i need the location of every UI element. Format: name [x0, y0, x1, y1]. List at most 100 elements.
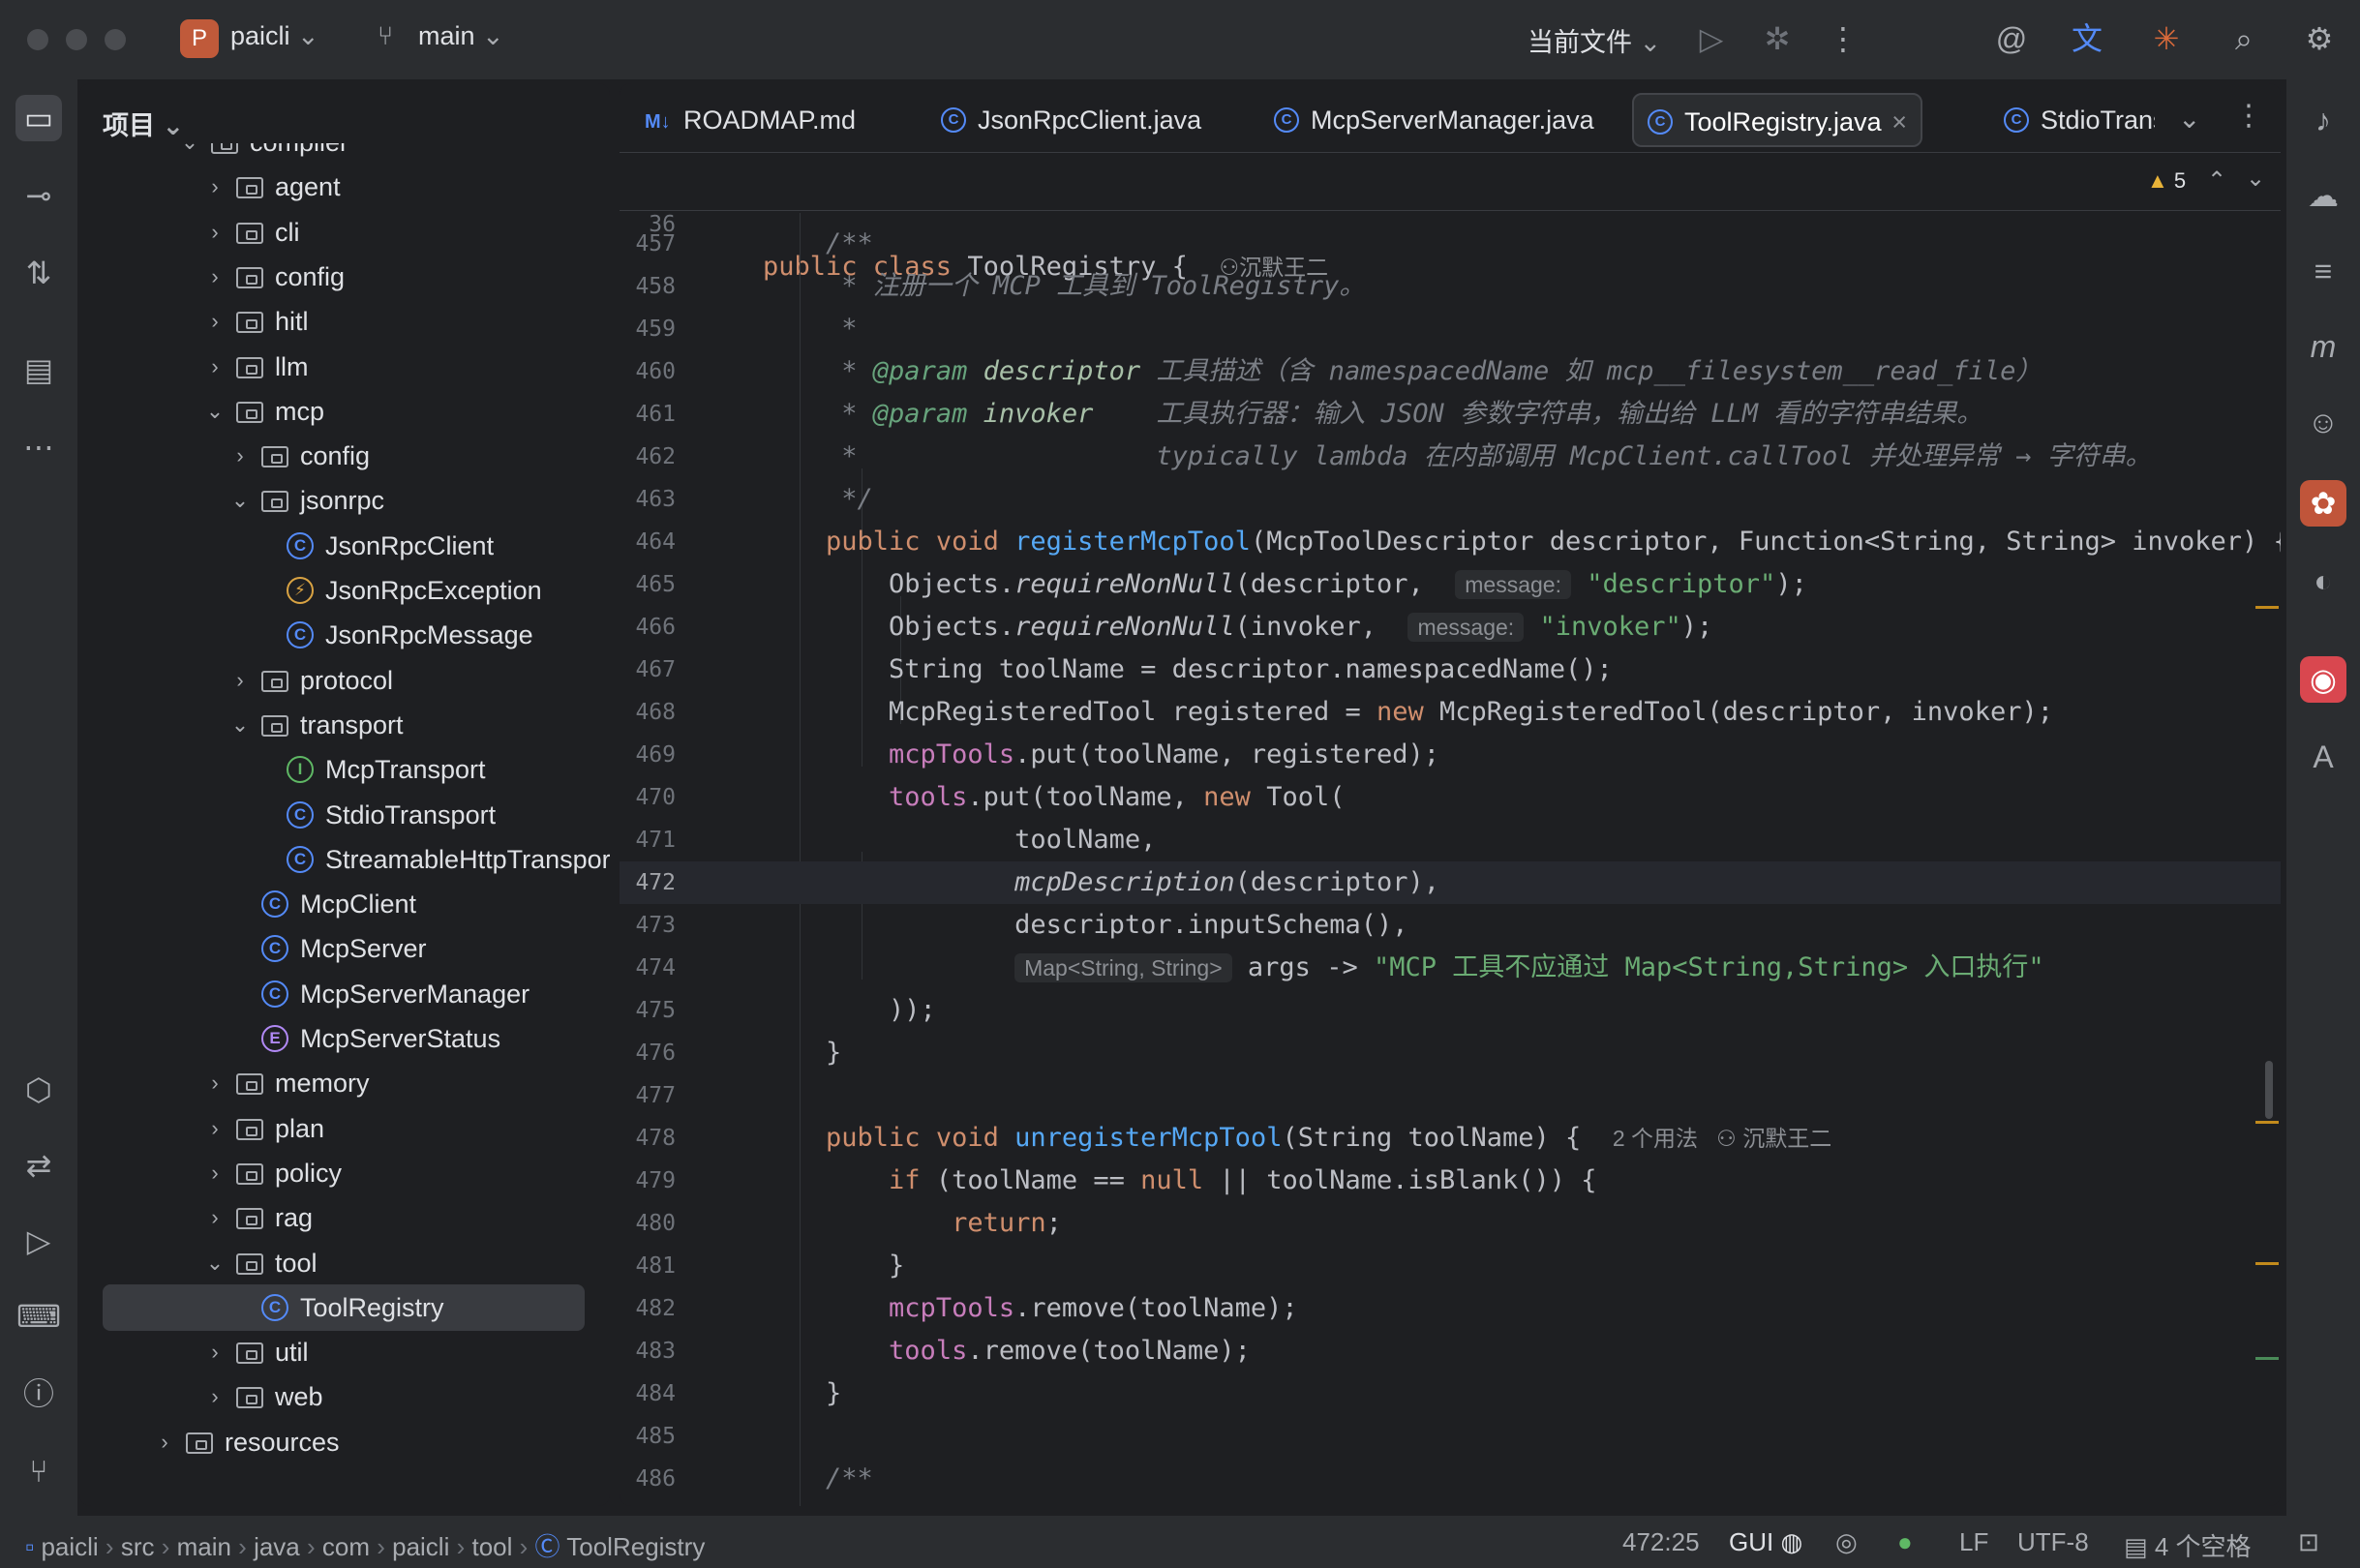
breadcrumb-item[interactable]: paicli	[41, 1532, 98, 1561]
breadcrumb-item[interactable]: src	[121, 1532, 155, 1561]
tree-item-stdiotransport[interactable]: C StdioTransport	[79, 793, 610, 837]
git-icon[interactable]: ⑂	[15, 1448, 62, 1494]
line-number[interactable]: 480	[620, 1202, 676, 1245]
commit-icon[interactable]: ⊸	[15, 172, 62, 219]
breadcrumb-item[interactable]: com	[322, 1532, 370, 1561]
warnings-indicator[interactable]: ▲ 5	[2147, 168, 2186, 194]
code-line[interactable]: 460 * @param descriptor 工具描述（含 namespace…	[620, 350, 2281, 393]
tree-item-mcpclient[interactable]: C McpClient	[79, 882, 610, 926]
structure-icon[interactable]: ▤	[15, 347, 62, 393]
notifications-bell-icon[interactable]: ♪	[2300, 97, 2346, 143]
code-line[interactable]: 482 mcpTools.remove(toolName);	[620, 1287, 2281, 1330]
code-line[interactable]: 483 tools.remove(toolName);	[620, 1330, 2281, 1372]
code-line[interactable]: 459 *	[620, 308, 2281, 350]
chevron-right-icon[interactable]: ›	[205, 1106, 225, 1151]
line-number[interactable]: 485	[620, 1415, 676, 1458]
code-line[interactable]: 468 McpRegisteredTool registered = new M…	[620, 691, 2281, 734]
run-panel-icon[interactable]: ▷	[15, 1218, 62, 1264]
line-number[interactable]: 472	[620, 861, 676, 904]
chevron-right-icon[interactable]: ›	[205, 255, 225, 299]
project-selector[interactable]: paicli ⌄	[230, 21, 319, 51]
file-encoding[interactable]: UTF-8	[2017, 1527, 2089, 1557]
tree-item-cli[interactable]: › cli	[79, 210, 610, 255]
pull-requests-icon[interactable]: ⇅	[15, 250, 62, 296]
claude-icon[interactable]: ✳	[2145, 17, 2188, 60]
line-number[interactable]: 479	[620, 1160, 676, 1202]
tree-item-jsonrpc[interactable]: ⌄ jsonrpc	[79, 478, 610, 523]
chevron-down-icon[interactable]: ⌄	[180, 143, 199, 165]
line-number[interactable]: 481	[620, 1245, 676, 1287]
line-number[interactable]: 457	[620, 223, 676, 265]
code-line[interactable]: 465 Objects.requireNonNull(descriptor, m…	[620, 563, 2281, 606]
tab-roadmap-md[interactable]: M↓ ROADMAP.md	[633, 93, 894, 147]
tree-item-agent[interactable]: › agent	[79, 165, 610, 209]
translate-icon[interactable]: 文	[2066, 17, 2108, 60]
chevron-right-icon[interactable]: ›	[205, 345, 225, 389]
chevron-right-icon[interactable]: ›	[230, 658, 250, 703]
code-line[interactable]: 478 public void unregisterMcpTool(String…	[620, 1117, 2281, 1160]
line-number[interactable]: 471	[620, 819, 676, 861]
line-number[interactable]: 469	[620, 734, 676, 776]
line-number[interactable]: 477	[620, 1074, 676, 1117]
services-icon[interactable]: ⬡	[15, 1067, 62, 1113]
font-icon[interactable]: A	[2300, 734, 2346, 780]
breadcrumb-item[interactable]: ToolRegistry	[566, 1532, 705, 1561]
indent-setting[interactable]: ▤ 4 个空格	[2124, 1527, 2252, 1563]
line-number[interactable]: 458	[620, 265, 676, 308]
tab-jsonrpcclient-java[interactable]: C JsonRpcClient.java	[927, 93, 1237, 147]
code-area[interactable]: 457 /** 458 * 注册一个 MCP 工具到 ToolRegistry。 4…	[620, 213, 2281, 1506]
code-line[interactable]: 473 descriptor.inputSchema(),	[620, 904, 2281, 947]
chevron-down-icon[interactable]: ⌄	[205, 389, 225, 434]
project-folder-icon[interactable]: ▭	[15, 95, 62, 141]
chevron-down-icon[interactable]: ⌄	[230, 478, 250, 523]
line-number[interactable]: 478	[620, 1117, 676, 1160]
green-plugin-icon[interactable]: ●	[1897, 1527, 1913, 1557]
chevron-right-icon[interactable]: ›	[205, 165, 225, 209]
tab-list-chevron-icon[interactable]: ⌄	[2178, 103, 2200, 135]
run-icon[interactable]: ▷	[1690, 17, 1733, 60]
read-only-lock-icon[interactable]: ⊡	[2298, 1527, 2319, 1557]
line-number[interactable]: 466	[620, 606, 676, 648]
line-number[interactable]: 461	[620, 393, 676, 436]
code-line[interactable]: 471 toolName,	[620, 819, 2281, 861]
ai-assistant-icon[interactable]: @	[1990, 17, 2033, 60]
tab-more-icon[interactable]: ⋮	[2234, 99, 2263, 133]
line-number[interactable]: 474	[620, 947, 676, 989]
breadcrumb-item[interactable]: tool	[471, 1532, 512, 1561]
line-number[interactable]: 464	[620, 521, 676, 563]
project-badge[interactable]: P	[180, 19, 219, 58]
tab-toolregistry-java[interactable]: C ToolRegistry.java ×	[1632, 93, 1922, 147]
chevron-right-icon[interactable]: ›	[230, 434, 250, 478]
chevron-right-icon[interactable]: ›	[205, 1374, 225, 1419]
database-icon[interactable]: ≡	[2300, 248, 2346, 294]
tree-item-mcptransport[interactable]: I McpTransport	[79, 747, 610, 792]
line-number[interactable]: 463	[620, 478, 676, 521]
tree-item-toolregistry[interactable]: C ToolRegistry	[79, 1285, 610, 1330]
line-number[interactable]: 470	[620, 776, 676, 819]
code-line[interactable]: 467 String toolName = descriptor.namespa…	[620, 648, 2281, 691]
gui-indicator[interactable]: GUI ◍	[1729, 1527, 1802, 1557]
more-vertical-icon[interactable]: ⋮	[1822, 17, 1864, 60]
maven-icon[interactable]: m	[2300, 323, 2346, 370]
chevron-right-icon[interactable]: ›	[205, 299, 225, 344]
code-line[interactable]: 466 Objects.requireNonNull(invoker, mess…	[620, 606, 2281, 648]
settings-gear-icon[interactable]: ⚙	[2298, 17, 2341, 60]
gemini-icon[interactable]: ◐	[2300, 558, 2346, 604]
tree-item-mcpserverstatus[interactable]: E McpServerStatus	[79, 1016, 610, 1061]
tree-item-jsonrpcexception[interactable]: ⚡ JsonRpcException	[79, 568, 610, 613]
tree-item-util[interactable]: › util	[79, 1330, 610, 1374]
problems-icon[interactable]: ⓘ	[15, 1371, 62, 1417]
line-number[interactable]: 486	[620, 1458, 676, 1500]
breadcrumb-item[interactable]: paicli	[392, 1532, 449, 1561]
line-number[interactable]: 482	[620, 1287, 676, 1330]
tree-item-config[interactable]: › config	[79, 255, 610, 299]
project-panel-header[interactable]: 项目 ⌄	[103, 105, 184, 142]
more-horizontal-icon[interactable]: ⋯	[15, 424, 62, 470]
line-number[interactable]: 473	[620, 904, 676, 947]
line-number[interactable]: 462	[620, 436, 676, 478]
chevron-right-icon[interactable]: ›	[205, 1330, 225, 1374]
previous-warning-icon[interactable]: ⌃	[2207, 166, 2226, 195]
code-line[interactable]: 481 }	[620, 1245, 2281, 1287]
terminal-icon[interactable]: ⌨	[15, 1293, 62, 1340]
line-number[interactable]: 475	[620, 989, 676, 1032]
